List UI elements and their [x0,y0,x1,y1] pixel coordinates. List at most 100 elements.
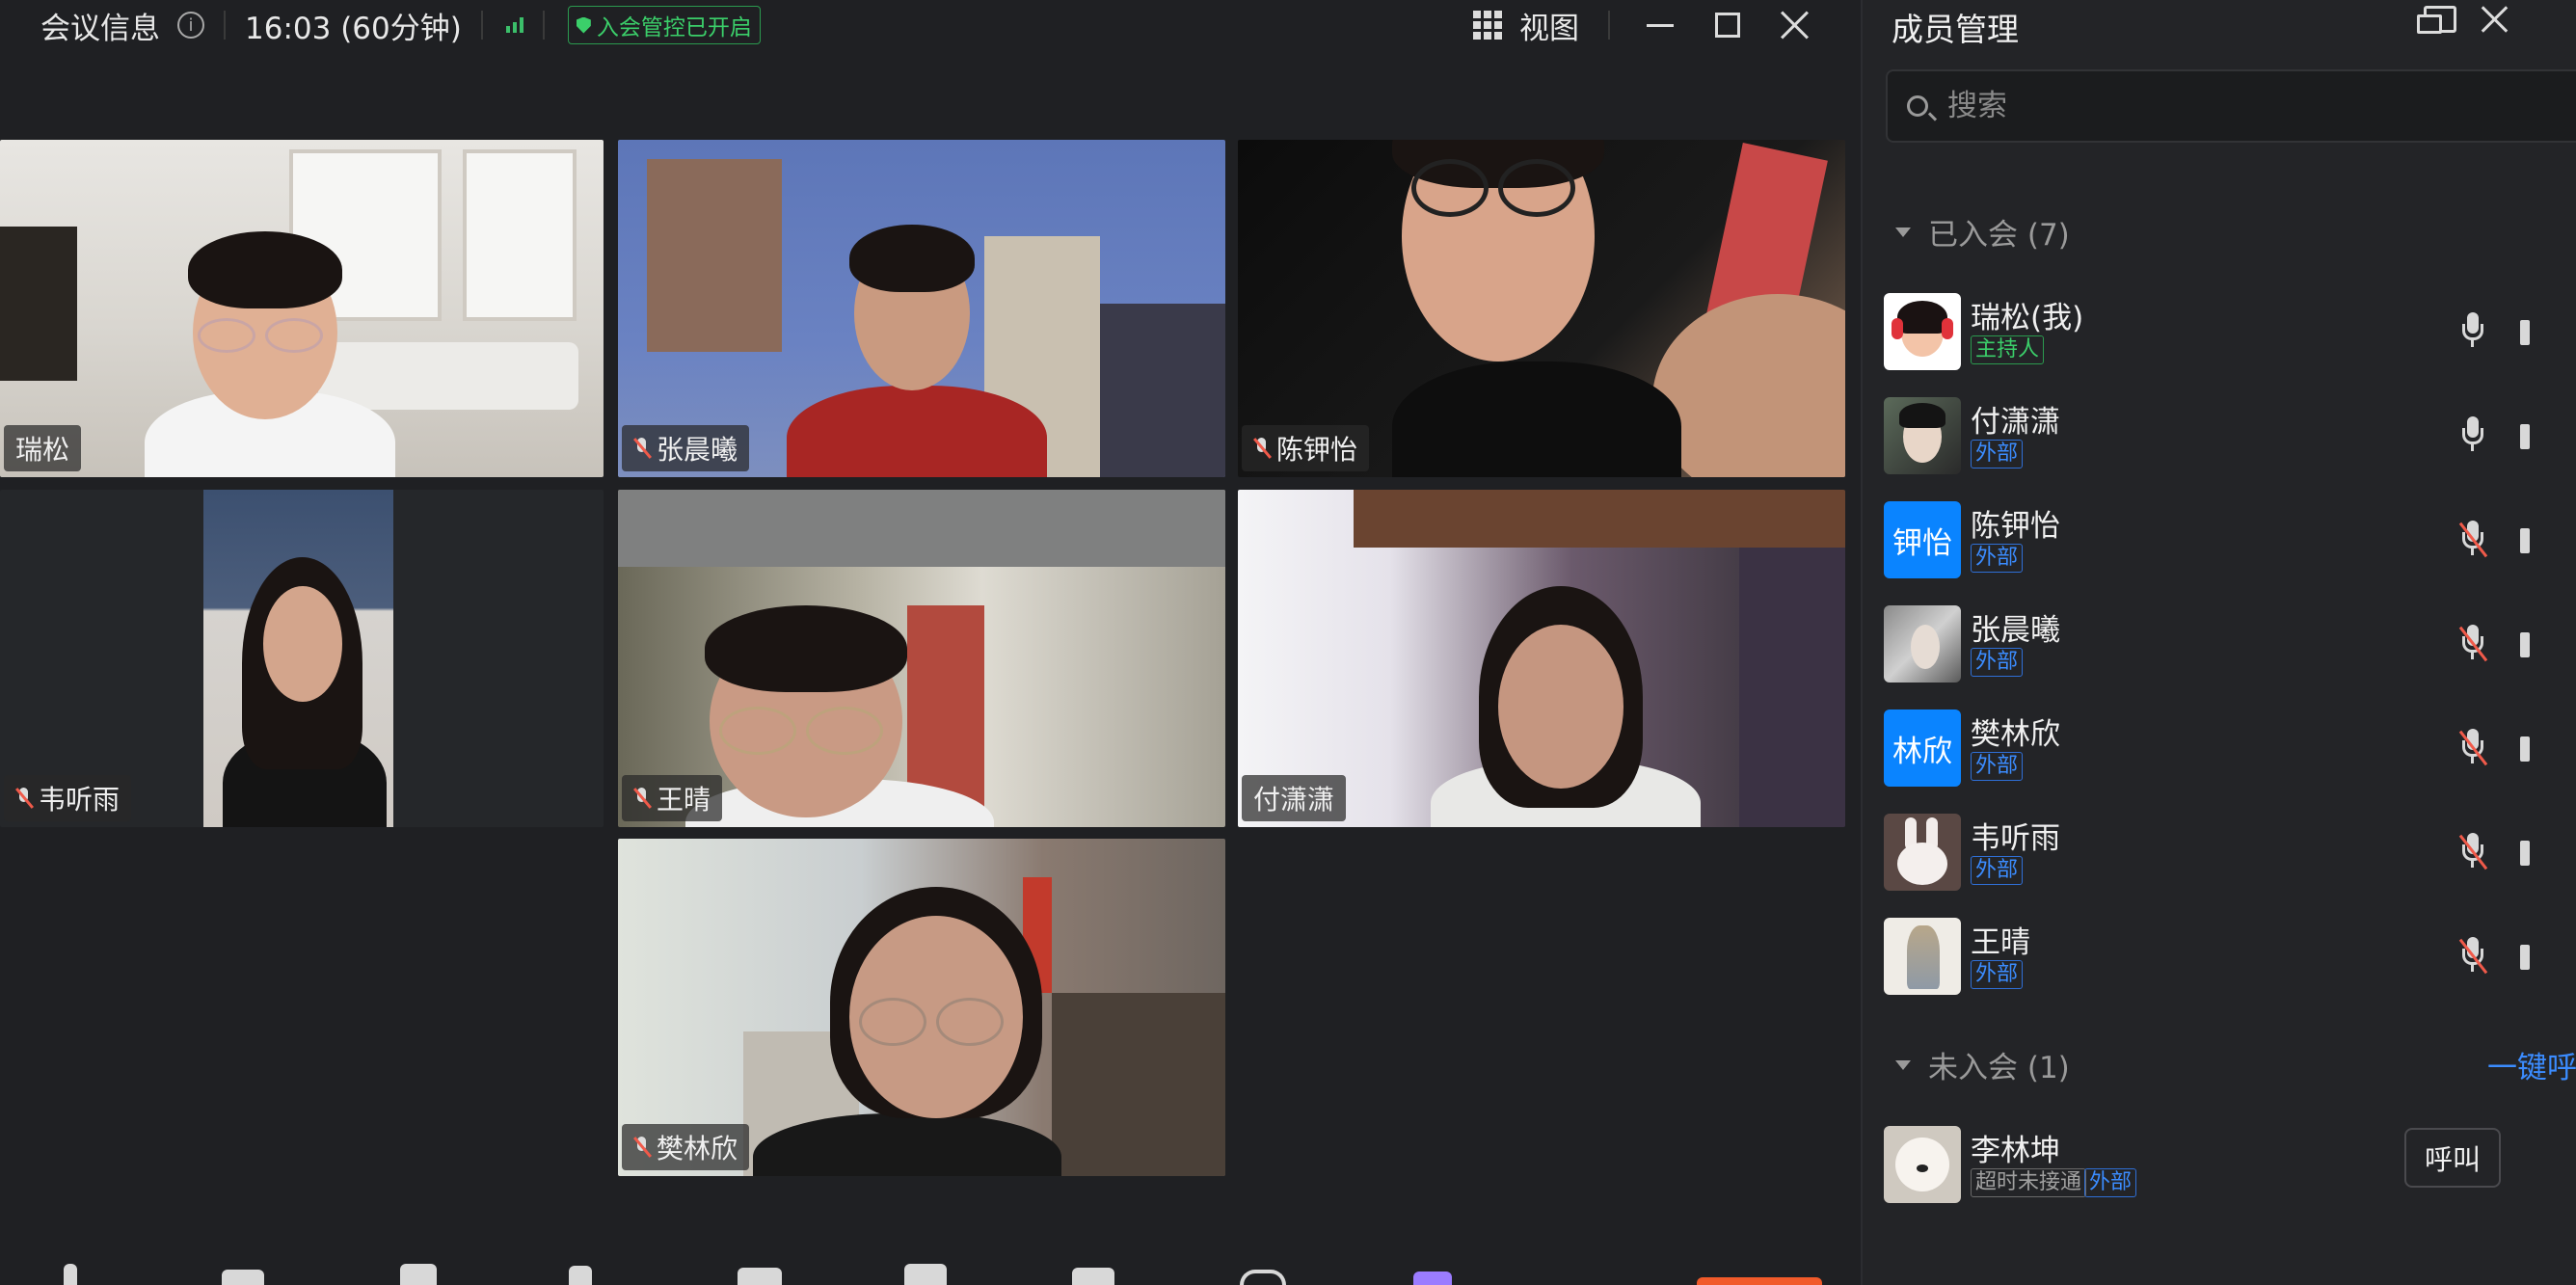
signal-icon[interactable] [505,17,523,33]
microphone-muted-icon[interactable] [2462,521,2483,559]
tile-nameplate: 付潇潇 [1242,775,1347,821]
member-name: 张晨曦 [1971,613,2060,648]
share-screen-icon[interactable] [904,1264,947,1285]
camera-icon[interactable] [2520,528,2530,553]
camera-icon[interactable] [2520,736,2530,762]
not-joined-group-header[interactable]: 未入会 (1) [1895,1043,2070,1086]
shelf-shape [1052,993,1225,1176]
record-icon[interactable] [1240,1270,1286,1285]
member-row[interactable]: 付潇潇 外部 [1884,397,2576,478]
ai-assistant-icon[interactable] [1413,1272,1452,1285]
shield-icon [576,16,591,34]
leave-meeting-button[interactable] [1697,1277,1822,1285]
video-tile[interactable]: 付潇潇 [1238,490,1845,827]
security-icon[interactable] [400,1264,437,1285]
microphone-icon[interactable] [64,1264,77,1285]
camera-icon[interactable] [2520,424,2530,449]
close-button[interactable] [1778,8,1812,42]
avatar-face [1911,625,1940,669]
meeting-info-title[interactable]: 会议信息 [40,4,160,47]
avatar-hair [1899,403,1945,428]
avatar [1884,605,1961,683]
person-face [263,586,342,702]
microphone-muted-icon[interactable] [2462,625,2483,663]
maximize-button[interactable] [1710,8,1745,42]
member-row[interactable]: 瑞松(我) 主持人 [1884,293,2576,374]
members-icon[interactable] [738,1268,782,1285]
info-icon[interactable]: i [177,12,204,39]
popout-icon[interactable] [2417,6,2456,34]
external-tag: 外部 [1971,440,2024,468]
person-glasses [936,998,1004,1046]
tile-nameplate: 张晨曦 [622,425,750,471]
camera-icon[interactable] [2520,841,2530,866]
not-joined-count: 未入会 (1) [1928,1051,2070,1085]
microphone-icon[interactable] [2462,416,2483,455]
camera-icon[interactable] [2520,632,2530,657]
member-name: 李林坤 [1971,1134,2060,1168]
apps-icon[interactable] [1072,1268,1114,1285]
rabbit-head-shape [1897,843,1947,885]
microphone-muted-icon[interactable] [2462,729,2483,767]
security-badge[interactable]: 入会管控已开启 [567,6,761,44]
search-input[interactable] [1945,88,2528,124]
timeout-tag: 超时未接通 [1971,1168,2087,1197]
tile-nameplate: 陈钾怡 [1242,425,1370,471]
video-tile[interactable]: 张晨曦 [618,140,1225,477]
external-tag: 外部 [1971,544,2024,573]
tile-name: 陈钾怡 [1276,434,1358,466]
member-row[interactable]: 钾怡 陈钾怡 外部 [1884,501,2576,582]
avatar [1884,397,1961,474]
camera-icon[interactable] [222,1270,264,1285]
mic-muted-icon [633,438,649,459]
security-badge-label: 入会管控已开启 [596,15,752,40]
person-glasses [719,707,796,755]
minimize-button[interactable] [1643,8,1677,42]
tile-name: 付潇潇 [1253,784,1335,816]
participants-icon[interactable] [569,1266,592,1285]
collapse-triangle-icon [1895,227,1911,237]
camera-icon[interactable] [2520,945,2530,970]
grid-view-icon[interactable] [1473,11,1502,40]
panel-title: 成员管理 [1892,11,2019,48]
avatar: 林欣 [1884,709,1961,787]
microphone-muted-icon[interactable] [2462,937,2483,976]
member-row[interactable]: 林欣 樊林欣 外部 [1884,709,2576,790]
avatar-hair [1897,301,1947,334]
person-hair [188,231,342,308]
member-row[interactable]: 韦听雨 外部 [1884,814,2576,895]
tile-nameplate: 瑞松 [4,425,82,471]
call-button[interactable]: 呼叫 [2404,1128,2501,1188]
avatar [1884,814,1961,891]
search-icon [1907,95,1928,117]
person-glasses [859,998,926,1046]
video-tile[interactable]: 樊林欣 [618,839,1225,1176]
call-all-link[interactable]: 一键呼 [2487,1043,2576,1086]
video-tile[interactable]: 瑞松 [0,140,604,477]
sofa-shape [318,342,578,410]
microphone-muted-icon[interactable] [2462,833,2483,871]
member-row[interactable]: 王晴 外部 [1884,918,2576,999]
avatar-figure [1907,925,1940,989]
search-box[interactable] [1886,69,2576,143]
portrait-video [203,490,393,827]
pending-member-row[interactable]: 李林坤 超时未接通 外部 呼叫 [1884,1126,2576,1207]
person-body [1392,361,1681,477]
microphone-icon[interactable] [2462,312,2483,351]
member-row[interactable]: 张晨曦 外部 [1884,605,2576,686]
person-glasses [806,707,883,755]
avatar [1884,1126,1961,1203]
person-glasses [265,318,323,353]
maximize-icon [1715,13,1740,38]
member-name: 付潇潇 [1971,405,2060,440]
joined-group-header[interactable]: 已入会 (7) [1895,210,2070,254]
tile-name: 张晨曦 [657,434,738,466]
video-tile[interactable]: 王晴 [618,490,1225,827]
close-panel-icon[interactable] [2480,4,2510,35]
curtain-shape [618,490,1225,567]
video-tile[interactable]: 韦听雨 [0,490,604,827]
minimize-icon [1647,23,1674,27]
view-button[interactable]: 视图 [1519,4,1579,47]
camera-icon[interactable] [2520,320,2530,345]
video-tile[interactable]: 陈钾怡 [1238,140,1845,477]
